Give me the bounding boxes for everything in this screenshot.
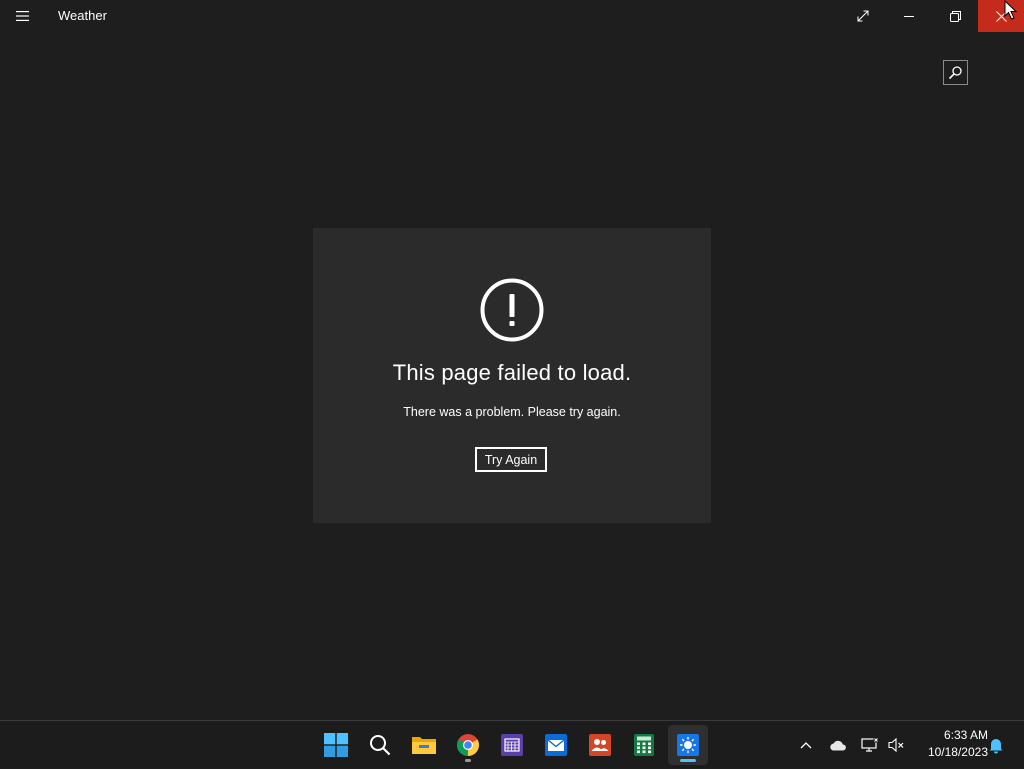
error-title: This page failed to load. xyxy=(392,360,632,385)
title-bar: Weather xyxy=(0,0,1024,32)
search-icon xyxy=(948,66,962,80)
volume-button[interactable] xyxy=(884,721,908,769)
try-again-button[interactable]: Try Again xyxy=(475,447,547,472)
error-message: There was a problem. Please try again. xyxy=(403,405,621,419)
restore-icon xyxy=(949,10,961,22)
mouse-cursor-icon xyxy=(1004,0,1018,20)
mail-button[interactable] xyxy=(536,725,576,765)
minimize-icon xyxy=(903,15,914,17)
folder-icon xyxy=(412,737,436,754)
clock-time: 6:33 AM xyxy=(943,728,988,742)
file-explorer-button[interactable] xyxy=(404,725,444,765)
active-indicator xyxy=(680,759,696,762)
app-title: Weather xyxy=(58,8,107,23)
notifications-button[interactable] xyxy=(986,721,1006,769)
restore-button[interactable] xyxy=(932,0,978,32)
network-icon xyxy=(861,737,879,752)
calendar-icon xyxy=(501,734,523,756)
people-icon xyxy=(589,734,611,756)
start-button[interactable] xyxy=(316,725,356,765)
hamburger-menu-icon[interactable] xyxy=(10,4,36,28)
clock-date: 10/18/2023 xyxy=(927,745,988,759)
windows-logo-icon xyxy=(324,733,348,757)
weather-sun-icon xyxy=(677,734,699,756)
expand-icon xyxy=(857,10,869,22)
chrome-icon xyxy=(457,734,479,756)
chevron-up-icon xyxy=(800,742,812,749)
network-button[interactable] xyxy=(858,721,882,769)
onedrive-button[interactable] xyxy=(826,721,850,769)
chrome-button[interactable] xyxy=(448,725,488,765)
clock-button[interactable]: 6:33 AM 10/18/2023 xyxy=(912,727,988,761)
exclamation-circle-icon xyxy=(480,278,544,342)
people-button[interactable] xyxy=(580,725,620,765)
taskbar: 6:33 AM 10/18/2023 xyxy=(0,720,1024,768)
error-panel: This page failed to load. There was a pr… xyxy=(313,228,711,523)
search-button[interactable] xyxy=(943,60,968,85)
search-icon xyxy=(370,735,391,756)
fullscreen-button[interactable] xyxy=(840,0,886,32)
calendar-button[interactable] xyxy=(492,725,532,765)
notification-bell-icon xyxy=(989,738,1003,753)
calculator-icon xyxy=(634,734,654,756)
show-hidden-icons-button[interactable] xyxy=(796,721,816,769)
calculator-button[interactable] xyxy=(624,725,664,765)
onedrive-cloud-icon xyxy=(830,740,846,750)
volume-muted-icon xyxy=(888,737,904,753)
weather-button[interactable] xyxy=(668,725,708,765)
taskbar-search-button[interactable] xyxy=(360,725,400,765)
running-indicator xyxy=(465,759,471,762)
minimize-button[interactable] xyxy=(886,0,932,32)
mail-icon xyxy=(545,734,567,756)
